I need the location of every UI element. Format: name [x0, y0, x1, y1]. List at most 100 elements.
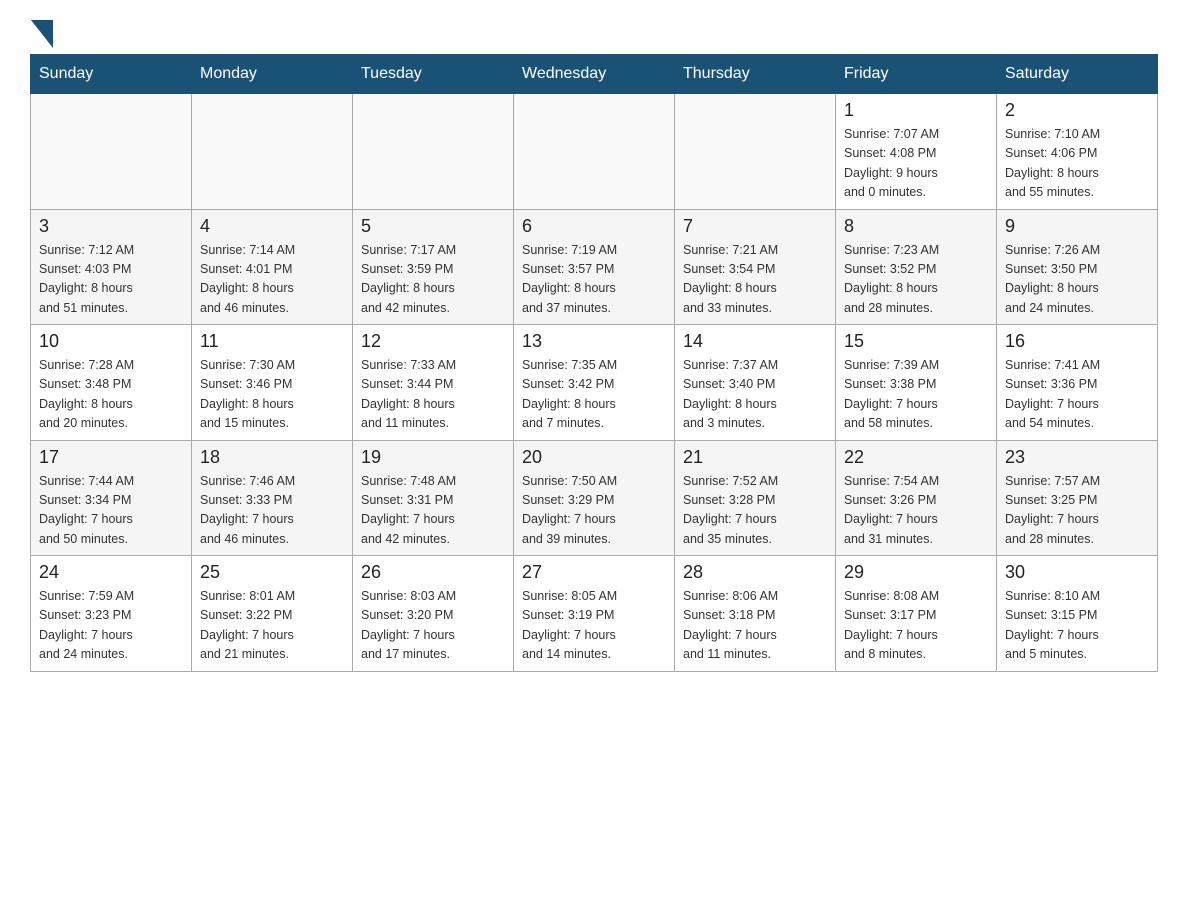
calendar-week-row: 24 Sunrise: 7:59 AMSunset: 3:23 PMDayligh…	[31, 556, 1158, 672]
calendar-cell: 18Sunrise: 7:46 AMSunset: 3:33 PMDayligh…	[192, 440, 353, 556]
page-header	[30, 20, 1158, 44]
weekday-header-wednesday: Wednesday	[514, 55, 675, 94]
calendar-cell: 6 Sunrise: 7:19 AMSunset: 3:57 PMDaylight…	[514, 209, 675, 325]
day-info: Sunrise: 7:59 AMSunset: 3:23 PMDaylight:…	[39, 587, 183, 665]
calendar-cell: 1Sunrise: 7:07 AMSunset: 4:08 PMDaylight…	[836, 94, 997, 210]
day-number: 24	[39, 562, 183, 583]
day-info: Sunrise: 8:03 AMSunset: 3:20 PMDaylight:…	[361, 587, 505, 665]
calendar-cell: 2 Sunrise: 7:10 AMSunset: 4:06 PMDaylight…	[997, 94, 1158, 210]
calendar-cell: 12 Sunrise: 7:33 AMSunset: 3:44 PMDayligh…	[353, 325, 514, 441]
day-number: 9	[1005, 216, 1149, 237]
day-number: 5	[361, 216, 505, 237]
calendar-cell: 19 Sunrise: 7:48 AMSunset: 3:31 PMDayligh…	[353, 440, 514, 556]
calendar-cell	[31, 94, 192, 210]
day-info: Sunrise: 7:14 AMSunset: 4:01 PMDaylight:…	[200, 241, 344, 319]
day-info: Sunrise: 7:12 AMSunset: 4:03 PMDaylight:…	[39, 241, 183, 319]
day-number: 11	[200, 331, 344, 352]
day-info: Sunrise: 7:26 AMSunset: 3:50 PMDaylight:…	[1005, 241, 1149, 319]
calendar-week-row: 3Sunrise: 7:12 AMSunset: 4:03 PMDaylight…	[31, 209, 1158, 325]
calendar-table: SundayMondayTuesdayWednesdayThursdayFrid…	[30, 54, 1158, 672]
calendar-cell: 11 Sunrise: 7:30 AMSunset: 3:46 PMDayligh…	[192, 325, 353, 441]
calendar-cell: 30Sunrise: 8:10 AMSunset: 3:15 PMDayligh…	[997, 556, 1158, 672]
day-info: Sunrise: 8:10 AMSunset: 3:15 PMDaylight:…	[1005, 587, 1149, 665]
day-number: 12	[361, 331, 505, 352]
day-number: 19	[361, 447, 505, 468]
day-number: 16	[1005, 331, 1149, 352]
day-info: Sunrise: 7:30 AMSunset: 3:46 PMDaylight:…	[200, 356, 344, 434]
weekday-header-friday: Friday	[836, 55, 997, 94]
calendar-cell	[514, 94, 675, 210]
day-info: Sunrise: 7:21 AMSunset: 3:54 PMDaylight:…	[683, 241, 827, 319]
weekday-header-sunday: Sunday	[31, 55, 192, 94]
day-info: Sunrise: 7:41 AMSunset: 3:36 PMDaylight:…	[1005, 356, 1149, 434]
day-info: Sunrise: 7:17 AMSunset: 3:59 PMDaylight:…	[361, 241, 505, 319]
day-info: Sunrise: 7:28 AMSunset: 3:48 PMDaylight:…	[39, 356, 183, 434]
calendar-cell: 15 Sunrise: 7:39 AMSunset: 3:38 PMDayligh…	[836, 325, 997, 441]
day-info: Sunrise: 7:35 AMSunset: 3:42 PMDaylight:…	[522, 356, 666, 434]
day-info: Sunrise: 7:57 AMSunset: 3:25 PMDaylight:…	[1005, 472, 1149, 550]
calendar-cell: 8 Sunrise: 7:23 AMSunset: 3:52 PMDaylight…	[836, 209, 997, 325]
day-number: 25	[200, 562, 344, 583]
day-info: Sunrise: 7:50 AMSunset: 3:29 PMDaylight:…	[522, 472, 666, 550]
day-info: Sunrise: 8:06 AMSunset: 3:18 PMDaylight:…	[683, 587, 827, 665]
calendar-cell: 3Sunrise: 7:12 AMSunset: 4:03 PMDaylight…	[31, 209, 192, 325]
calendar-cell: 26 Sunrise: 8:03 AMSunset: 3:20 PMDayligh…	[353, 556, 514, 672]
day-number: 2	[1005, 100, 1149, 121]
day-info: Sunrise: 8:01 AMSunset: 3:22 PMDaylight:…	[200, 587, 344, 665]
day-info: Sunrise: 7:44 AMSunset: 3:34 PMDaylight:…	[39, 472, 183, 550]
calendar-cell: 14Sunrise: 7:37 AMSunset: 3:40 PMDayligh…	[675, 325, 836, 441]
calendar-week-row: 17 Sunrise: 7:44 AMSunset: 3:34 PMDayligh…	[31, 440, 1158, 556]
calendar-cell: 9 Sunrise: 7:26 AMSunset: 3:50 PMDaylight…	[997, 209, 1158, 325]
calendar-cell: 25 Sunrise: 8:01 AMSunset: 3:22 PMDayligh…	[192, 556, 353, 672]
weekday-header-thursday: Thursday	[675, 55, 836, 94]
day-info: Sunrise: 7:23 AMSunset: 3:52 PMDaylight:…	[844, 241, 988, 319]
calendar-cell: 27Sunrise: 8:05 AMSunset: 3:19 PMDayligh…	[514, 556, 675, 672]
calendar-cell	[675, 94, 836, 210]
logo-area	[30, 20, 54, 44]
day-info: Sunrise: 8:08 AMSunset: 3:17 PMDaylight:…	[844, 587, 988, 665]
day-info: Sunrise: 7:33 AMSunset: 3:44 PMDaylight:…	[361, 356, 505, 434]
calendar-cell: 10 Sunrise: 7:28 AMSunset: 3:48 PMDayligh…	[31, 325, 192, 441]
calendar-cell: 28 Sunrise: 8:06 AMSunset: 3:18 PMDayligh…	[675, 556, 836, 672]
day-number: 20	[522, 447, 666, 468]
calendar-cell: 21 Sunrise: 7:52 AMSunset: 3:28 PMDayligh…	[675, 440, 836, 556]
day-info: Sunrise: 7:19 AMSunset: 3:57 PMDaylight:…	[522, 241, 666, 319]
day-number: 17	[39, 447, 183, 468]
calendar-cell: 13Sunrise: 7:35 AMSunset: 3:42 PMDayligh…	[514, 325, 675, 441]
calendar-cell	[192, 94, 353, 210]
day-number: 26	[361, 562, 505, 583]
day-info: Sunrise: 7:07 AMSunset: 4:08 PMDaylight:…	[844, 125, 988, 203]
calendar-cell: 22 Sunrise: 7:54 AMSunset: 3:26 PMDayligh…	[836, 440, 997, 556]
day-number: 8	[844, 216, 988, 237]
calendar-cell: 20 Sunrise: 7:50 AMSunset: 3:29 PMDayligh…	[514, 440, 675, 556]
day-number: 21	[683, 447, 827, 468]
calendar-cell	[353, 94, 514, 210]
day-info: Sunrise: 7:46 AMSunset: 3:33 PMDaylight:…	[200, 472, 344, 550]
day-info: Sunrise: 7:37 AMSunset: 3:40 PMDaylight:…	[683, 356, 827, 434]
day-number: 23	[1005, 447, 1149, 468]
calendar-week-row: 10 Sunrise: 7:28 AMSunset: 3:48 PMDayligh…	[31, 325, 1158, 441]
calendar-cell: 23 Sunrise: 7:57 AMSunset: 3:25 PMDayligh…	[997, 440, 1158, 556]
day-number: 7	[683, 216, 827, 237]
weekday-header-monday: Monday	[192, 55, 353, 94]
calendar-header-row: SundayMondayTuesdayWednesdayThursdayFrid…	[31, 55, 1158, 94]
day-number: 4	[200, 216, 344, 237]
day-info: Sunrise: 7:54 AMSunset: 3:26 PMDaylight:…	[844, 472, 988, 550]
day-number: 15	[844, 331, 988, 352]
day-info: Sunrise: 7:52 AMSunset: 3:28 PMDaylight:…	[683, 472, 827, 550]
logo-triangle-icon	[31, 20, 53, 48]
day-info: Sunrise: 7:39 AMSunset: 3:38 PMDaylight:…	[844, 356, 988, 434]
day-info: Sunrise: 8:05 AMSunset: 3:19 PMDaylight:…	[522, 587, 666, 665]
day-info: Sunrise: 7:10 AMSunset: 4:06 PMDaylight:…	[1005, 125, 1149, 203]
calendar-cell: 24 Sunrise: 7:59 AMSunset: 3:23 PMDayligh…	[31, 556, 192, 672]
day-number: 10	[39, 331, 183, 352]
calendar-cell: 7 Sunrise: 7:21 AMSunset: 3:54 PMDaylight…	[675, 209, 836, 325]
weekday-header-saturday: Saturday	[997, 55, 1158, 94]
calendar-cell: 5 Sunrise: 7:17 AMSunset: 3:59 PMDaylight…	[353, 209, 514, 325]
day-number: 22	[844, 447, 988, 468]
calendar-cell: 29Sunrise: 8:08 AMSunset: 3:17 PMDayligh…	[836, 556, 997, 672]
day-number: 6	[522, 216, 666, 237]
day-info: Sunrise: 7:48 AMSunset: 3:31 PMDaylight:…	[361, 472, 505, 550]
calendar-cell: 16 Sunrise: 7:41 AMSunset: 3:36 PMDayligh…	[997, 325, 1158, 441]
day-number: 28	[683, 562, 827, 583]
